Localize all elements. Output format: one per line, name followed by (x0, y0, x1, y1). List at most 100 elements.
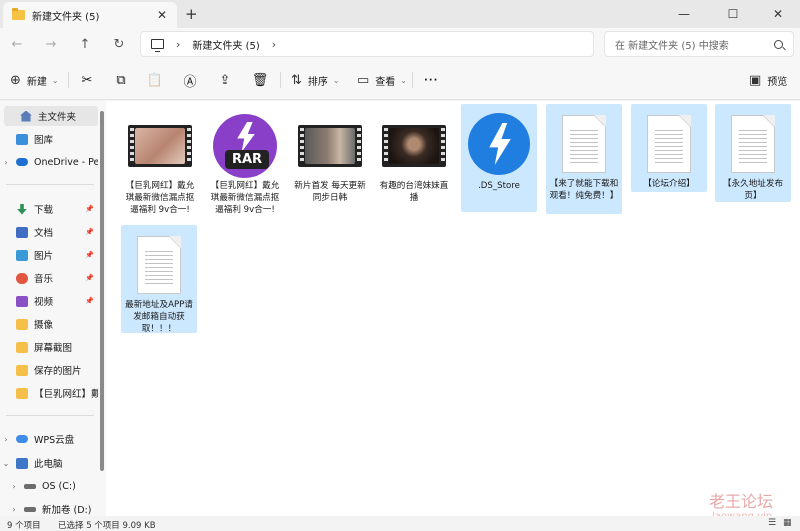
sidebar-item-home[interactable]: 主文件夹 (4, 106, 98, 126)
sidebar-item-label: 文档 (34, 228, 54, 239)
file-item[interactable]: 【永久地址发布页】 (715, 104, 791, 202)
sidebar-item-label: WPS云盘 (34, 435, 75, 446)
file-item[interactable]: 【论坛介绍】 (631, 104, 707, 192)
file-name: 新片首发 每天更新 同步日韩 (294, 181, 366, 203)
breadcrumb-current-folder[interactable]: 新建文件夹 (5) (192, 37, 259, 52)
file-item[interactable]: .DS_Store (461, 104, 537, 212)
minimize-button[interactable]: — (661, 0, 707, 28)
chevron-right-icon[interactable]: › (0, 435, 12, 444)
paste-icon[interactable]: 📋 (145, 70, 165, 90)
text-document-icon (731, 115, 775, 173)
sidebar-item-label: 此电脑 (34, 459, 63, 470)
pin-icon: 📌 (85, 274, 94, 282)
gallery-icon (16, 133, 28, 145)
rar-badge: RAR (225, 150, 269, 169)
chevron-down-icon: ⌄ (332, 75, 340, 85)
details-view-icon[interactable]: ☰ (768, 519, 779, 528)
file-item[interactable]: 【巨乳网红】戴允琪最新微信漏点抠逼福利 9v合一! (122, 106, 198, 215)
navigation-pane: 主文件夹 图库 › OneDrive - Per 下载 📌 文档 📌 图片 📌 … (0, 101, 106, 516)
close-tab-icon[interactable]: ✕ (157, 8, 167, 22)
sidebar-item-screenshots[interactable]: 屏幕截图 (0, 337, 98, 357)
sidebar-item-recent-folder[interactable]: 【巨乳网红】戴 (0, 383, 98, 403)
sort-icon: ⇅ (291, 72, 302, 88)
sidebar-item-label: 视频 (34, 297, 54, 308)
sidebar-item-pictures[interactable]: 图片 📌 (0, 245, 98, 265)
sidebar-item-camera[interactable]: 摄像 (0, 314, 98, 334)
address-bar[interactable]: › 新建文件夹 (5) › (140, 31, 594, 57)
sidebar-item-drive-c[interactable]: › OS (C:) (0, 476, 98, 496)
title-bar: 新建文件夹 (5) ✕ + — ☐ ✕ (0, 0, 800, 28)
download-icon (17, 203, 27, 215)
file-name: 【永久地址发布页】 (722, 179, 784, 201)
new-button[interactable]: ⊕ 新建 ⌄ (10, 70, 59, 90)
forward-button[interactable]: → (40, 34, 62, 54)
file-item[interactable]: RAR 【巨乳网红】戴允琪最新微信漏点抠逼福利 9v合一! (207, 106, 283, 215)
sidebar-item-documents[interactable]: 文档 📌 (0, 222, 98, 242)
sort-button[interactable]: ⇅ 排序 ⌄ (291, 70, 340, 90)
music-icon (16, 272, 28, 284)
search-icon[interactable] (774, 39, 783, 49)
sidebar-item-wps-cloud[interactable]: › WPS云盘 (0, 429, 98, 449)
search-input[interactable]: 在 新建文件夹 (5) 中搜索 (604, 31, 794, 57)
toolbar-divider (412, 72, 413, 88)
sidebar-item-onedrive[interactable]: › OneDrive - Per (0, 152, 98, 172)
tab-current-folder[interactable]: 新建文件夹 (5) ✕ (3, 2, 177, 28)
drive-icon (24, 483, 36, 489)
sidebar-divider (6, 184, 94, 185)
sidebar-scrollbar[interactable] (100, 111, 104, 471)
preview-pane-button[interactable]: ▣ 预览 (749, 70, 787, 90)
sidebar-item-music[interactable]: 音乐 📌 (0, 268, 98, 288)
chevron-right-icon[interactable]: › (8, 505, 20, 514)
sidebar-item-this-pc[interactable]: ⌄ 此电脑 (0, 453, 98, 473)
file-item[interactable]: 【来了就能下载和观看！纯免费！】 (546, 104, 622, 214)
chevron-down-icon[interactable]: ⌄ (0, 459, 12, 468)
large-icons-view-icon[interactable]: ▦ (783, 519, 794, 528)
sidebar-item-downloads[interactable]: 下载 📌 (0, 199, 98, 219)
up-button[interactable]: ↑ (74, 34, 96, 54)
sidebar-item-label: OneDrive - Per (34, 156, 98, 168)
back-button[interactable]: ← (6, 34, 28, 54)
sidebar-divider (6, 415, 94, 416)
pictures-icon (16, 249, 28, 261)
sidebar-item-label: 新加卷 (D:) (42, 505, 92, 516)
file-item[interactable]: 最新地址及APP请发邮箱自动获取！！！ (121, 225, 197, 334)
status-bar: 9 个项目 已选择 5 个项目 9.09 KB ☰ ▦ (0, 516, 800, 531)
more-options-button[interactable]: ··· (424, 70, 438, 90)
rename-icon[interactable]: Ⓐ (180, 70, 200, 90)
video-thumbnail (382, 125, 446, 167)
sidebar-item-label: 图片 (34, 251, 54, 262)
view-button[interactable]: ▭ 查看 ⌄ (357, 70, 407, 90)
share-icon[interactable]: ⇪ (215, 70, 235, 90)
sidebar-item-saved-pictures[interactable]: 保存的图片 (0, 360, 98, 380)
file-name: 【巨乳网红】戴允琪最新微信漏点抠逼福利 9v合一! (125, 181, 195, 215)
sidebar-item-videos[interactable]: 视频 📌 (0, 291, 98, 311)
chevron-right-icon[interactable]: › (176, 38, 180, 51)
cut-icon[interactable]: ✂ (77, 70, 97, 90)
chevron-right-icon[interactable]: › (8, 482, 20, 491)
sidebar-item-gallery[interactable]: 图库 (0, 129, 98, 149)
sort-label: 排序 (307, 76, 328, 88)
watermark-logo: 老王论坛 (709, 492, 774, 511)
file-item[interactable]: 新片首发 每天更新 同步日韩 (292, 106, 368, 214)
file-item[interactable]: 有趣的台湾妹妹直播 (376, 106, 452, 214)
folder-icon (16, 364, 28, 376)
view-label: 查看 (375, 76, 396, 88)
app-file-icon (468, 113, 530, 175)
chevron-right-icon[interactable]: › (272, 38, 276, 51)
home-icon (20, 110, 32, 122)
maximize-button[interactable]: ☐ (710, 0, 756, 28)
folder-icon (16, 318, 28, 330)
selection-info: 已选择 5 个项目 9.09 KB (58, 521, 156, 531)
new-tab-button[interactable]: + (185, 5, 198, 23)
close-window-button[interactable]: ✕ (755, 0, 800, 28)
navigation-bar: ← → ↑ ↻ › 新建文件夹 (5) › 在 新建文件夹 (5) 中搜索 (0, 28, 800, 60)
folder-icon (12, 8, 25, 20)
delete-icon[interactable]: 🗑 (250, 70, 270, 90)
chevron-right-icon[interactable]: › (0, 158, 12, 167)
copy-icon[interactable]: ⧉ (111, 70, 131, 90)
file-name: 最新地址及APP请发邮箱自动获取！！！ (125, 300, 193, 334)
sidebar-item-label: OS (C:) (42, 480, 76, 492)
file-name: 【来了就能下载和观看！纯免费！】 (549, 179, 619, 201)
search-placeholder: 在 新建文件夹 (5) 中搜索 (615, 40, 729, 52)
refresh-button[interactable]: ↻ (108, 34, 130, 54)
